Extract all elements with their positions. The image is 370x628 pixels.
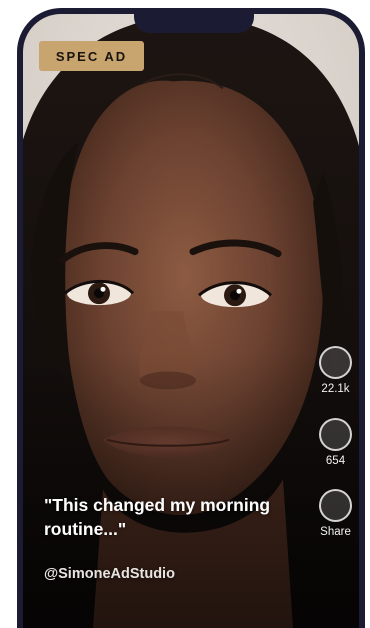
comment-icon[interactable] bbox=[319, 418, 352, 451]
creator-handle[interactable]: @SimoneAdStudio bbox=[44, 566, 175, 582]
app-preview: SPEC AD 22.1k 654 Share "This changed my… bbox=[0, 0, 370, 628]
like-icon[interactable] bbox=[319, 346, 352, 379]
phone-notch bbox=[134, 8, 254, 33]
like-count: 22.1k bbox=[321, 383, 350, 395]
share-label: Share bbox=[320, 526, 351, 538]
comment-count: 654 bbox=[325, 455, 346, 467]
share-icon[interactable] bbox=[319, 489, 352, 522]
video-caption: "This changed my morning routine..." bbox=[44, 495, 271, 539]
share-button[interactable]: Share bbox=[317, 489, 354, 538]
like-button[interactable]: 22.1k bbox=[317, 346, 354, 395]
spec-ad-badge: SPEC AD bbox=[39, 41, 144, 71]
comment-button[interactable]: 654 bbox=[317, 418, 354, 467]
